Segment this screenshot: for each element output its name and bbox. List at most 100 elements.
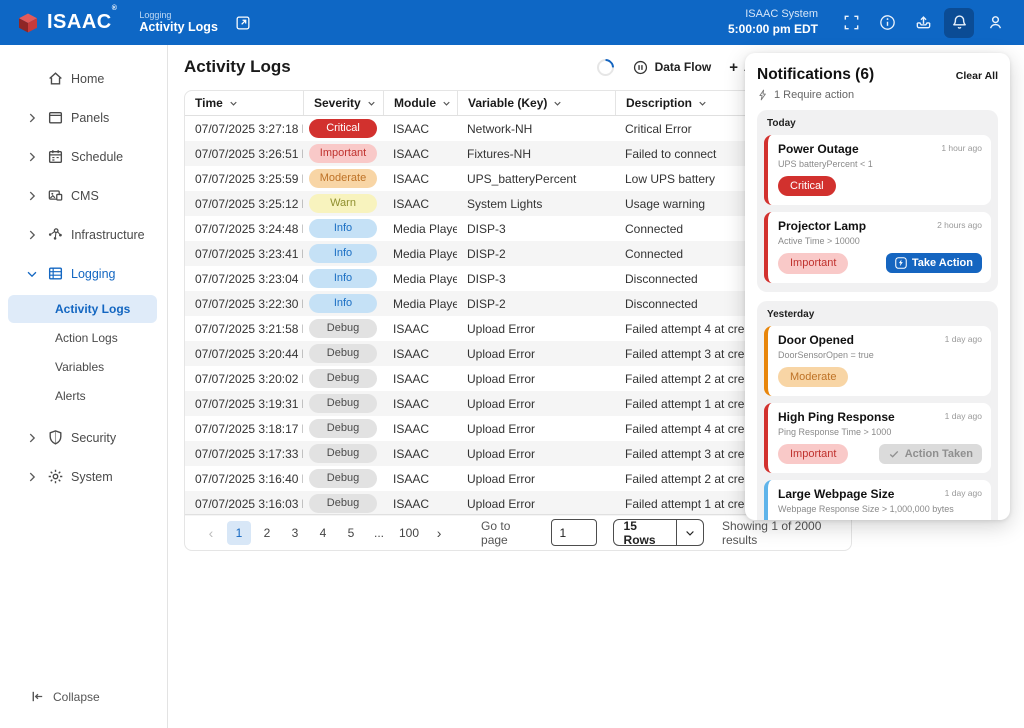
notification-card-projector-lamp[interactable]: Projector Lamp 2 hours ago Active Time >…: [764, 212, 991, 282]
cell-severity: Debug: [303, 444, 383, 463]
chevron-down-icon: [25, 267, 39, 281]
sidebar-item-label: Security: [71, 431, 116, 445]
sidebar-item-label: Schedule: [71, 150, 123, 164]
cell-severity: Debug: [303, 319, 383, 338]
sidebar-subitem-alerts[interactable]: Alerts: [8, 382, 157, 410]
notification-time-ago: 1 day ago: [945, 487, 982, 498]
notification-title: Projector Lamp: [778, 219, 866, 233]
cell-time: 07/07/2025 3:27:18 PM: [185, 122, 303, 136]
notification-title: Power Outage: [778, 142, 859, 156]
cell-variable: UPS_batteryPercent: [457, 172, 615, 186]
column-header-module[interactable]: Module: [383, 91, 457, 115]
upload-button[interactable]: [908, 8, 938, 38]
sidebar-item-infrastructure[interactable]: Infrastructure: [0, 215, 167, 254]
page-button-5[interactable]: 5: [339, 521, 363, 545]
go-to-page-input[interactable]: [551, 519, 597, 546]
chevron-right-icon: [25, 431, 39, 445]
brand-trademark: ®: [112, 5, 118, 12]
page-button-2[interactable]: 2: [255, 521, 279, 545]
sidebar-subnav: Activity Logs Action Logs Variables Alerts: [0, 295, 167, 410]
notifications-button[interactable]: [944, 8, 974, 38]
notification-card-power-outage[interactable]: Power Outage 1 hour ago UPS batteryPerce…: [764, 135, 991, 205]
cell-module: Media Player: [383, 272, 457, 286]
sidebar-item-security[interactable]: Security: [0, 418, 167, 457]
collapse-icon: [30, 689, 45, 704]
sidebar-subitem-variables[interactable]: Variables: [8, 353, 157, 381]
cell-time: 07/07/2025 3:16:03 PM: [185, 497, 303, 511]
column-header-severity[interactable]: Severity: [303, 91, 383, 115]
notification-card-door-opened[interactable]: Door Opened 1 day ago DoorSensorOpen = t…: [764, 326, 991, 396]
cell-variable: System Lights: [457, 197, 615, 211]
info-button[interactable]: [872, 8, 902, 38]
cell-module: Media Player: [383, 222, 457, 236]
chevron-right-icon: [25, 470, 39, 484]
cell-time: 07/07/2025 3:25:12 PM: [185, 197, 303, 211]
page-title: Activity Logs: [184, 57, 291, 77]
sidebar-item-label: Infrastructure: [71, 228, 145, 242]
cell-module: Media Player: [383, 297, 457, 311]
sidebar-item-panels[interactable]: Panels: [0, 98, 167, 137]
cell-severity: Important: [303, 144, 383, 163]
results-summary: Showing 1 of 2000 results: [722, 519, 851, 547]
page-button-3[interactable]: 3: [283, 521, 307, 545]
cell-severity: Debug: [303, 469, 383, 488]
notification-title: High Ping Response: [778, 410, 895, 424]
cell-variable: Upload Error: [457, 397, 615, 411]
page-button-100[interactable]: 100: [395, 521, 423, 545]
page-button-1[interactable]: 1: [227, 521, 251, 545]
sidebar-subitem-activity-logs[interactable]: Activity Logs: [8, 295, 157, 323]
user-button[interactable]: [980, 8, 1010, 38]
column-header-variable-key[interactable]: Variable (Key): [457, 91, 615, 115]
sidebar-subitem-label: Action Logs: [55, 331, 118, 345]
take-action-button[interactable]: Take Action: [886, 253, 982, 273]
cell-time: 07/07/2025 3:26:51 PM: [185, 147, 303, 161]
cms-icon: [47, 187, 64, 204]
cell-variable: DISP-2: [457, 247, 615, 261]
notification-time-ago: 1 day ago: [945, 410, 982, 421]
cell-module: ISAAC: [383, 447, 457, 461]
fullscreen-button[interactable]: [836, 8, 866, 38]
sidebar-item-schedule[interactable]: Schedule: [0, 137, 167, 176]
cell-module: ISAAC: [383, 472, 457, 486]
panels-icon: [47, 109, 64, 126]
pause-circle-icon: [632, 59, 649, 76]
rows-per-page-select[interactable]: 15 Rows: [613, 519, 704, 546]
system-name: ISAAC System: [728, 8, 818, 22]
info-icon: [878, 13, 897, 32]
cell-time: 07/07/2025 3:16:40 PM: [185, 472, 303, 486]
notification-time-ago: 1 hour ago: [941, 142, 982, 153]
severity-badge: Info: [309, 294, 377, 313]
cell-module: ISAAC: [383, 372, 457, 386]
data-flow-toggle[interactable]: Data Flow: [632, 59, 712, 76]
system-time: 5:00:00 pm EDT: [728, 22, 818, 37]
notification-condition: DoorSensorOpen = true: [778, 350, 982, 360]
rows-per-page-value: 15 Rows: [614, 519, 677, 547]
notification-time-ago: 1 day ago: [945, 333, 982, 344]
collapse-label: Collapse: [53, 690, 100, 704]
sort-chevron-icon: [552, 98, 563, 109]
sidebar-collapse-button[interactable]: Collapse: [30, 689, 100, 704]
clear-all-button[interactable]: Clear All: [956, 70, 998, 82]
column-header-time[interactable]: Time: [185, 91, 303, 115]
lightning-icon: [895, 257, 907, 269]
sidebar-subitem-action-logs[interactable]: Action Logs: [8, 324, 157, 352]
notifications-title: Notifications (6): [757, 66, 874, 84]
brand-logo[interactable]: ISAAC®: [16, 11, 117, 35]
prev-page-button[interactable]: ‹: [199, 521, 223, 545]
notification-card-high-ping-response[interactable]: High Ping Response 1 day ago Ping Respon…: [764, 403, 991, 473]
cell-severity: Info: [303, 294, 383, 313]
sidebar-subitem-label: Alerts: [55, 389, 86, 403]
sidebar-subitem-label: Variables: [55, 360, 104, 374]
sidebar-item-cms[interactable]: CMS: [0, 176, 167, 215]
severity-badge: Debug: [309, 444, 377, 463]
external-link-icon[interactable]: [234, 14, 252, 32]
page-button-4[interactable]: 4: [311, 521, 335, 545]
sidebar-item-logging[interactable]: Logging: [0, 254, 167, 293]
notification-card-large-webpage-size[interactable]: Large Webpage Size 1 day ago Webpage Res…: [764, 480, 991, 520]
sidebar-item-system[interactable]: System: [0, 457, 167, 496]
notification-title: Large Webpage Size: [778, 487, 894, 501]
next-page-button[interactable]: ›: [427, 521, 451, 545]
cell-time: 07/07/2025 3:17:33 PM: [185, 447, 303, 461]
notifications-panel: Notifications (6) Clear All 1 Require ac…: [745, 53, 1010, 520]
sidebar-item-home[interactable]: Home: [0, 59, 167, 98]
